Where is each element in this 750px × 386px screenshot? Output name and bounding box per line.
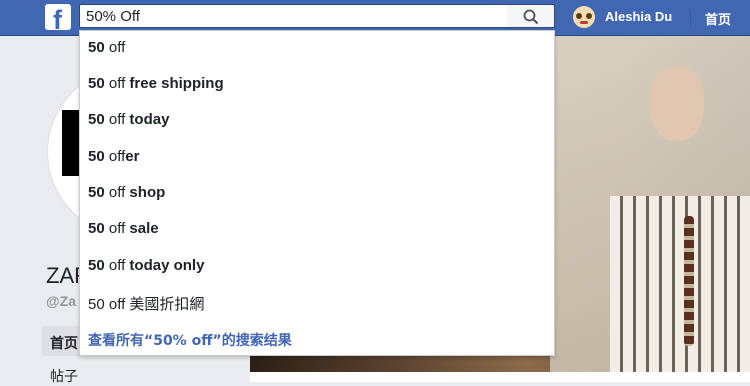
search-button[interactable] (507, 4, 555, 28)
suggestion-item[interactable]: 50 off (80, 31, 554, 67)
page-handle[interactable]: @Za (46, 293, 76, 309)
search-icon (523, 9, 539, 25)
divider (690, 10, 691, 26)
avatar (573, 6, 595, 28)
suggestion-item[interactable]: 50 off today (80, 103, 554, 139)
see-all-results-link[interactable]: 查看所有“50% off”的搜索结果 (88, 330, 292, 350)
search-box[interactable] (79, 4, 507, 28)
suggestion-item[interactable]: 50 off shop (80, 176, 554, 212)
sidebar-item-label: 首页 (50, 336, 78, 352)
suggestion-item[interactable]: 50 off today only (80, 249, 554, 285)
suggestion-item[interactable]: 50 offer (80, 140, 554, 176)
home-link[interactable]: 首页 (705, 9, 731, 28)
sidebar-item-posts[interactable]: 帖子 (50, 366, 78, 386)
content-area (250, 372, 750, 382)
suggestion-item[interactable]: 50 off 美國折扣網 (80, 285, 554, 321)
suggestion-item[interactable]: 50 off free shipping (80, 67, 554, 103)
user-name: Aleshia Du (605, 9, 673, 24)
search-input[interactable] (86, 6, 496, 26)
suggestion-item[interactable]: 50 off sale (80, 212, 554, 248)
search-suggestions-dropdown: 50 off 50 off free shipping 50 off today… (79, 30, 555, 356)
facebook-logo-icon[interactable]: f (45, 4, 71, 30)
